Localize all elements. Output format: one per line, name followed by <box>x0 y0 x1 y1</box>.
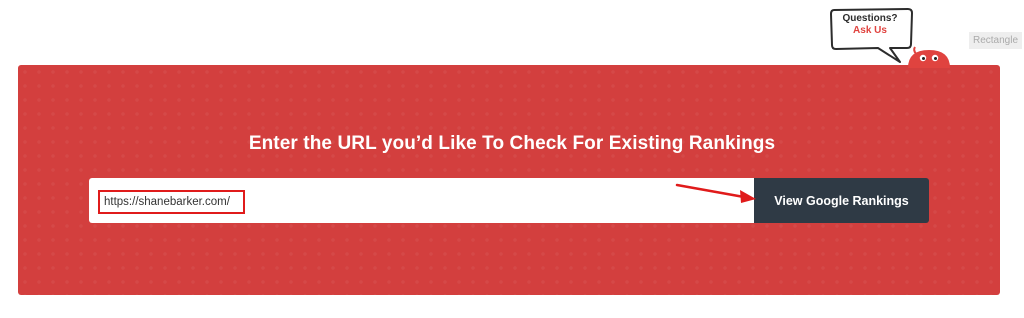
help-bubble-text[interactable]: Questions? Ask Us <box>832 13 908 37</box>
help-question-label: Questions? <box>842 13 898 24</box>
red-arrow-right-icon <box>675 183 756 203</box>
url-search-box[interactable] <box>89 178 754 223</box>
help-ask-us-label[interactable]: Ask Us <box>832 25 908 37</box>
rectangle-tooltip: Rectangle <box>969 32 1023 49</box>
mascot-icon[interactable] <box>906 46 952 68</box>
url-input[interactable] <box>98 190 245 214</box>
panel-headline: Enter the URL you’d Like To Check For Ex… <box>248 133 776 154</box>
view-google-rankings-button[interactable]: View Google Rankings <box>754 178 929 223</box>
page: Enter the URL you’d Like To Check For Ex… <box>0 0 1024 318</box>
